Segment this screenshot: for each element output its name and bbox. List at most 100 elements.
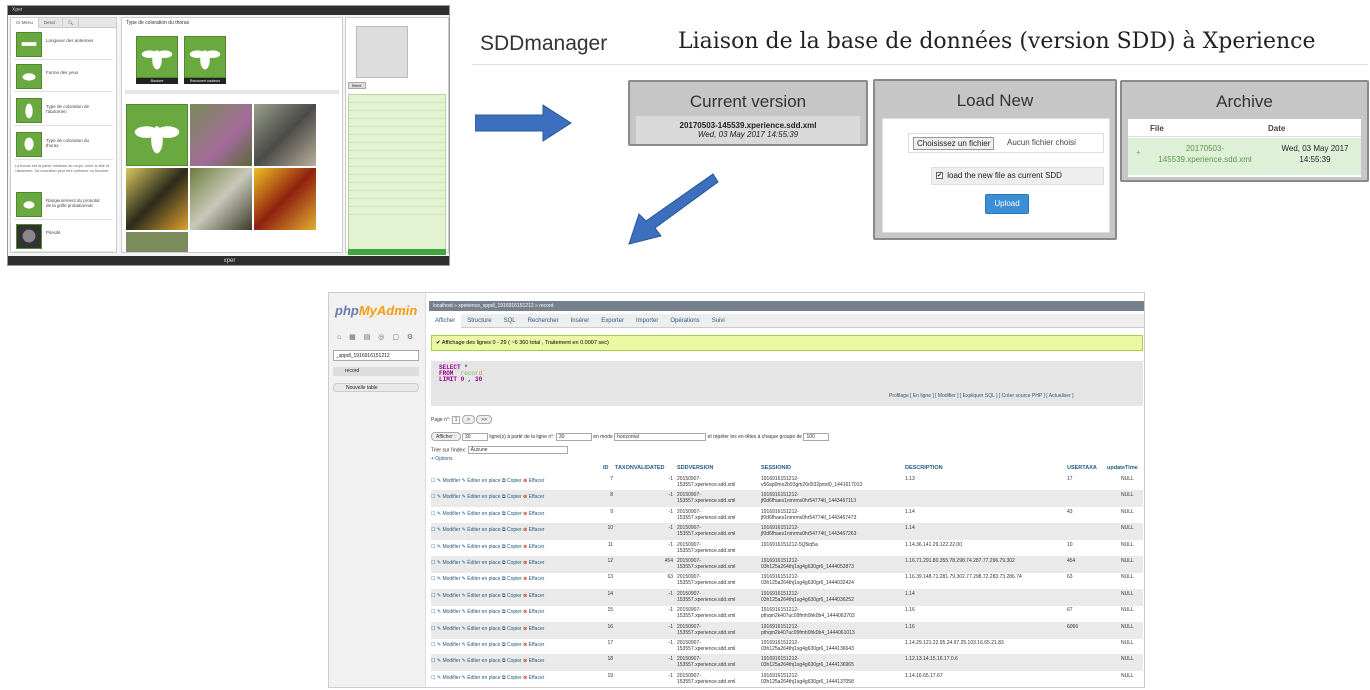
taxa-list-item[interactable]	[349, 119, 445, 127]
edit-button[interactable]: Modifier	[442, 478, 460, 484]
inline-edit-button[interactable]: Éditer en place	[467, 511, 500, 517]
inline-edit-button[interactable]: Éditer en place	[467, 544, 500, 550]
inline-edit-button[interactable]: Éditer en place	[467, 527, 500, 533]
col-description[interactable]: DESCRIPTION	[905, 463, 943, 473]
taxa-list-item[interactable]	[349, 95, 445, 103]
taxa-list-item[interactable]	[349, 159, 445, 167]
taxa-list-item[interactable]	[349, 167, 445, 175]
taxa-list-item[interactable]	[349, 103, 445, 111]
taxa-list-item[interactable]	[349, 191, 445, 199]
inline-edit-button[interactable]: Éditer en place	[467, 626, 500, 632]
tab-rechercher[interactable]: Rechercher	[522, 314, 565, 328]
insect-photo[interactable]	[190, 168, 252, 230]
repeat-input[interactable]: 100	[803, 432, 830, 441]
taxa-list-item[interactable]	[349, 151, 445, 159]
file-input[interactable]: Choisissez un fichier Aucun fichier choi…	[908, 133, 1104, 153]
xper-tab-descr[interactable]: Descr.	[39, 18, 63, 28]
insect-photo[interactable]	[254, 168, 316, 230]
tab-operations[interactable]: Opérations	[664, 314, 705, 328]
pma-toolbar-icons[interactable]: ⌂ ▦ ▤ ◎ ▢ ⚙	[337, 333, 416, 341]
copy-button[interactable]: Copier	[507, 527, 522, 533]
inline-edit-button[interactable]: Éditer en place	[467, 576, 500, 582]
col-sessionid[interactable]: SESSIONID	[761, 463, 791, 473]
copy-button[interactable]: Copier	[507, 511, 522, 517]
delete-button[interactable]: Effacer	[529, 626, 545, 632]
delete-button[interactable]: Effacer	[529, 642, 545, 648]
pma-database-select[interactable]: _sppdl_1916916151212	[333, 350, 419, 361]
delete-button[interactable]: Effacer	[529, 609, 545, 615]
tab-inserer[interactable]: Insérer	[565, 314, 596, 328]
taxa-list-item[interactable]	[349, 207, 445, 215]
show-button[interactable]: Afficher :	[431, 432, 461, 441]
pma-breadcrumb[interactable]: localhost » xperience_sppdl_191691615121…	[429, 301, 1144, 311]
mode-select[interactable]: horizontal	[614, 432, 707, 441]
delete-button[interactable]: Effacer	[529, 560, 545, 566]
copy-button[interactable]: Copier	[507, 576, 522, 582]
tab-structure[interactable]: Structure	[461, 314, 497, 328]
copy-button[interactable]: Copier	[507, 642, 522, 648]
inline-edit-button[interactable]: Éditer en place	[467, 642, 500, 648]
insect-photo[interactable]	[190, 104, 252, 166]
delete-button[interactable]: Effacer	[529, 511, 545, 517]
pma-options-toggle[interactable]: + Options	[431, 456, 453, 462]
last-page-button[interactable]: >>	[476, 415, 492, 424]
taxa-list-item[interactable]	[349, 111, 445, 119]
tab-exporter[interactable]: Exporter	[595, 314, 630, 328]
inline-edit-button[interactable]: Éditer en place	[467, 494, 500, 500]
edit-button[interactable]: Modifier	[442, 642, 460, 648]
archive-file-link[interactable]: 20170503-145539.xperience.sdd.xml	[1154, 143, 1256, 165]
copy-button[interactable]: Copier	[507, 478, 522, 484]
col-sddversion[interactable]: SDDVERSION	[677, 463, 713, 473]
taxa-list-item[interactable]	[349, 127, 445, 135]
xper-character-item[interactable]: Rangeurement du pronotal de la grille pr…	[14, 190, 113, 220]
insect-photo[interactable]	[126, 232, 188, 252]
inline-edit-button[interactable]: Éditer en place	[467, 560, 500, 566]
delete-button[interactable]: Effacer	[529, 494, 545, 500]
tab-importer[interactable]: Importer	[630, 314, 664, 328]
sort-select[interactable]: Aucune	[467, 446, 568, 454]
delete-button[interactable]: Effacer	[529, 544, 545, 550]
edit-button[interactable]: Modifier	[442, 609, 460, 615]
inline-edit-button[interactable]: Éditer en place	[467, 675, 500, 681]
copy-button[interactable]: Copier	[507, 560, 522, 566]
delete-button[interactable]: Effacer	[529, 527, 545, 533]
delete-button[interactable]: Effacer	[529, 478, 545, 484]
pma-new-table-button[interactable]: Nouvelle table	[333, 383, 419, 392]
copy-button[interactable]: Copier	[507, 494, 522, 500]
edit-button[interactable]: Modifier	[442, 544, 460, 550]
delete-button[interactable]: Effacer	[529, 576, 545, 582]
copy-button[interactable]: Copier	[507, 675, 522, 681]
state-image[interactable]	[184, 36, 226, 78]
taxa-list-item[interactable]	[349, 175, 445, 183]
current-sdd-checkbox[interactable]: ✔	[936, 172, 943, 180]
tab-suivi[interactable]: Suivi	[706, 314, 731, 328]
upload-button[interactable]: Upload	[985, 194, 1029, 214]
state-image[interactable]	[136, 36, 178, 78]
tab-afficher[interactable]: Afficher	[429, 314, 462, 328]
xper-character-item[interactable]: Pilosité	[14, 222, 113, 252]
expand-icon[interactable]: +	[1136, 148, 1141, 157]
edit-button[interactable]: Modifier	[442, 675, 460, 681]
copy-button[interactable]: Copier	[507, 544, 522, 550]
col-updatetime[interactable]: updateTime	[1107, 463, 1138, 473]
pma-table-item[interactable]: record	[333, 367, 419, 376]
inline-edit-button[interactable]: Éditer en place	[467, 609, 500, 615]
insect-photo[interactable]	[254, 104, 316, 166]
taxon-thumbnail[interactable]	[126, 104, 188, 166]
next-page-button[interactable]: >	[461, 415, 475, 424]
edit-button[interactable]: Modifier	[442, 658, 460, 664]
col-id[interactable]: ID	[603, 463, 609, 473]
choose-file-button[interactable]: Choisissez un fichier	[913, 137, 995, 150]
col-taxonvalidated[interactable]: TAXONVALIDATED	[615, 463, 665, 473]
delete-button[interactable]: Effacer	[529, 658, 545, 664]
edit-button[interactable]: Modifier	[442, 626, 460, 632]
copy-button[interactable]: Copier	[507, 593, 522, 599]
page-select[interactable]: 1	[451, 415, 461, 424]
col-usertaxa[interactable]: USERTAXA	[1067, 463, 1097, 473]
xper-tab-menu[interactable]: Cl-Menu	[11, 18, 40, 28]
taxa-list-item[interactable]	[349, 199, 445, 207]
delete-button[interactable]: Effacer	[529, 593, 545, 599]
copy-button[interactable]: Copier	[507, 609, 522, 615]
edit-button[interactable]: Modifier	[442, 593, 460, 599]
reset-button[interactable]: Reinit.	[348, 82, 366, 89]
